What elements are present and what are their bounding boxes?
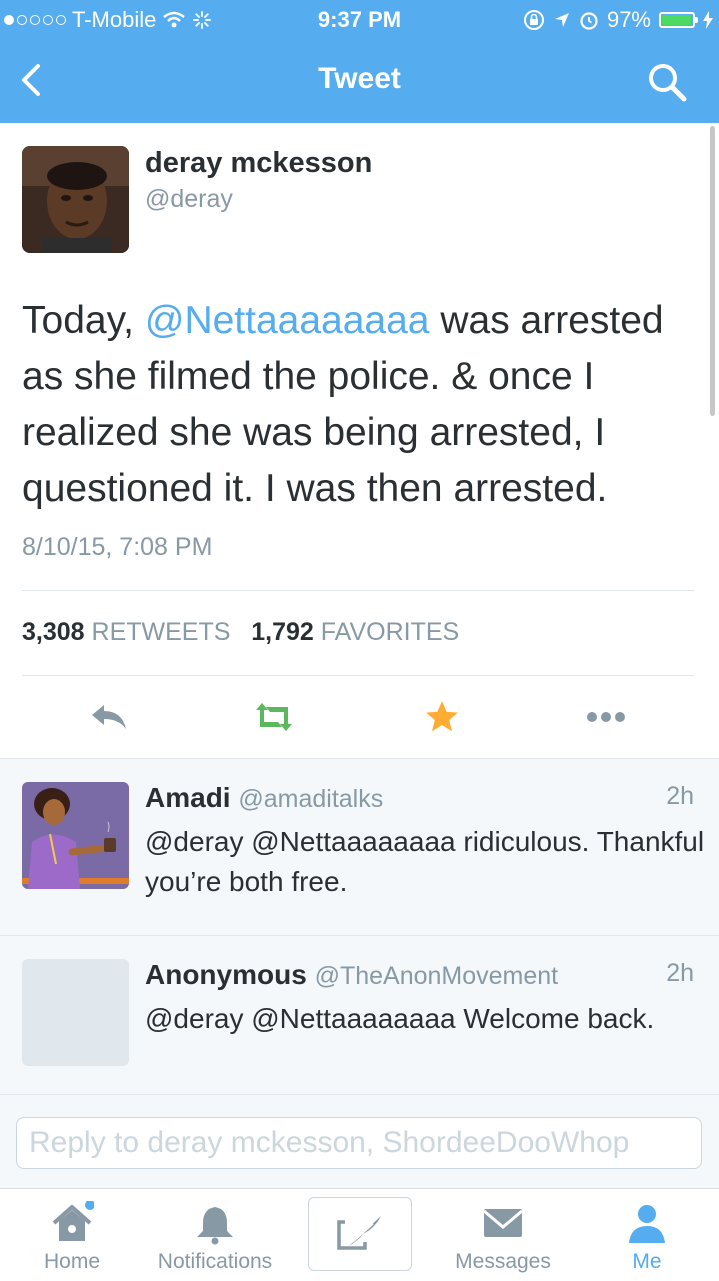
tweet-mention-link[interactable]: @Nettaaaaaaaa [145,299,430,342]
author-avatar[interactable] [22,146,129,253]
favorites-label[interactable]: FAVORITES [321,618,459,646]
tab-me[interactable]: Me [604,1189,690,1281]
tab-label: Messages [455,1250,551,1273]
reply-avatar-placeholder[interactable] [22,959,129,1066]
reply-item[interactable]: Amadi @amaditalks 2h @deray @Nettaaaaaaa… [0,758,719,934]
divider [22,590,694,591]
charging-icon [703,11,713,29]
reply-text: @deray @Nettaaaaaaaa ridiculous. Thankfu… [145,826,705,897]
reply-name[interactable]: Anonymous [145,959,307,990]
alarm-icon [580,12,598,30]
compose-tweet-button[interactable] [308,1197,412,1271]
reply-icon[interactable] [88,700,132,734]
reply-handle[interactable]: @TheAnonMovement [315,962,559,990]
tweet-text-start: Today, [22,299,145,342]
reply-input[interactable] [16,1117,702,1169]
tab-notifications[interactable]: Notifications [150,1189,280,1281]
reply-author[interactable]: Anonymous @TheAnonMovement [145,959,558,991]
compose-quill-icon [337,1216,381,1250]
reply-time: 2h [666,959,694,987]
tab-label: Me [632,1250,662,1273]
location-icon [554,13,569,27]
avatar-illustration [22,782,129,889]
tab-label: Home [43,1250,101,1273]
reply-handle[interactable]: @amaditalks [238,785,383,813]
tweet-date: 8/10/15, 7:08 PM [22,533,213,561]
retweets-count[interactable]: 3,308 [22,618,85,646]
battery-percent: 97% [606,7,651,32]
tab-home[interactable]: Home [22,1189,122,1281]
search-icon[interactable] [645,60,689,104]
scrollbar[interactable] [710,126,715,416]
reply-author[interactable]: Amadi @amaditalks [145,782,383,814]
author-name[interactable]: deray mckesson [145,147,372,180]
rotation-lock-icon [523,10,544,30]
envelope-icon [483,1209,523,1237]
status-right: 97% [523,7,713,33]
reply-text: @deray @Nettaaaaaaaa Welcome back. [145,1003,655,1034]
retweet-icon[interactable] [252,700,296,734]
tab-label: Notifications [157,1250,273,1273]
person-icon [629,1205,665,1243]
favorites-count[interactable]: 1,792 [251,618,314,646]
bell-icon [197,1207,233,1245]
reply-name[interactable]: Amadi [145,782,231,813]
avatar-photo [22,146,129,253]
reply-time: 2h [666,782,694,810]
battery-level [662,15,692,25]
retweets-label[interactable]: RETWEETS [92,618,231,646]
status-bar: T-Mobile 9:37 PM 97% [0,0,719,40]
reply-item[interactable]: Anonymous @TheAnonMovement 2h @deray @Ne… [0,935,719,1111]
reply-composer [0,1094,719,1189]
author-handle[interactable]: @deray [145,185,233,214]
more-options-icon[interactable] [584,700,628,734]
tab-bar: Home Notifications Messages Me [0,1188,719,1281]
divider [22,675,694,676]
tab-messages[interactable]: Messages [448,1189,558,1281]
favorite-star-icon[interactable] [420,700,464,734]
home-icon [52,1201,94,1241]
battery-icon [659,12,698,28]
header: T-Mobile 9:37 PM 97% Tweet [0,0,719,123]
tweet-text: Today, @Nettaaaaaaaa was arrested as she… [22,293,702,517]
tweet-stats: 3,308 RETWEETS 1,792 FAVORITES [22,618,459,647]
reply-avatar[interactable] [22,782,129,889]
page-title: Tweet [318,62,401,95]
